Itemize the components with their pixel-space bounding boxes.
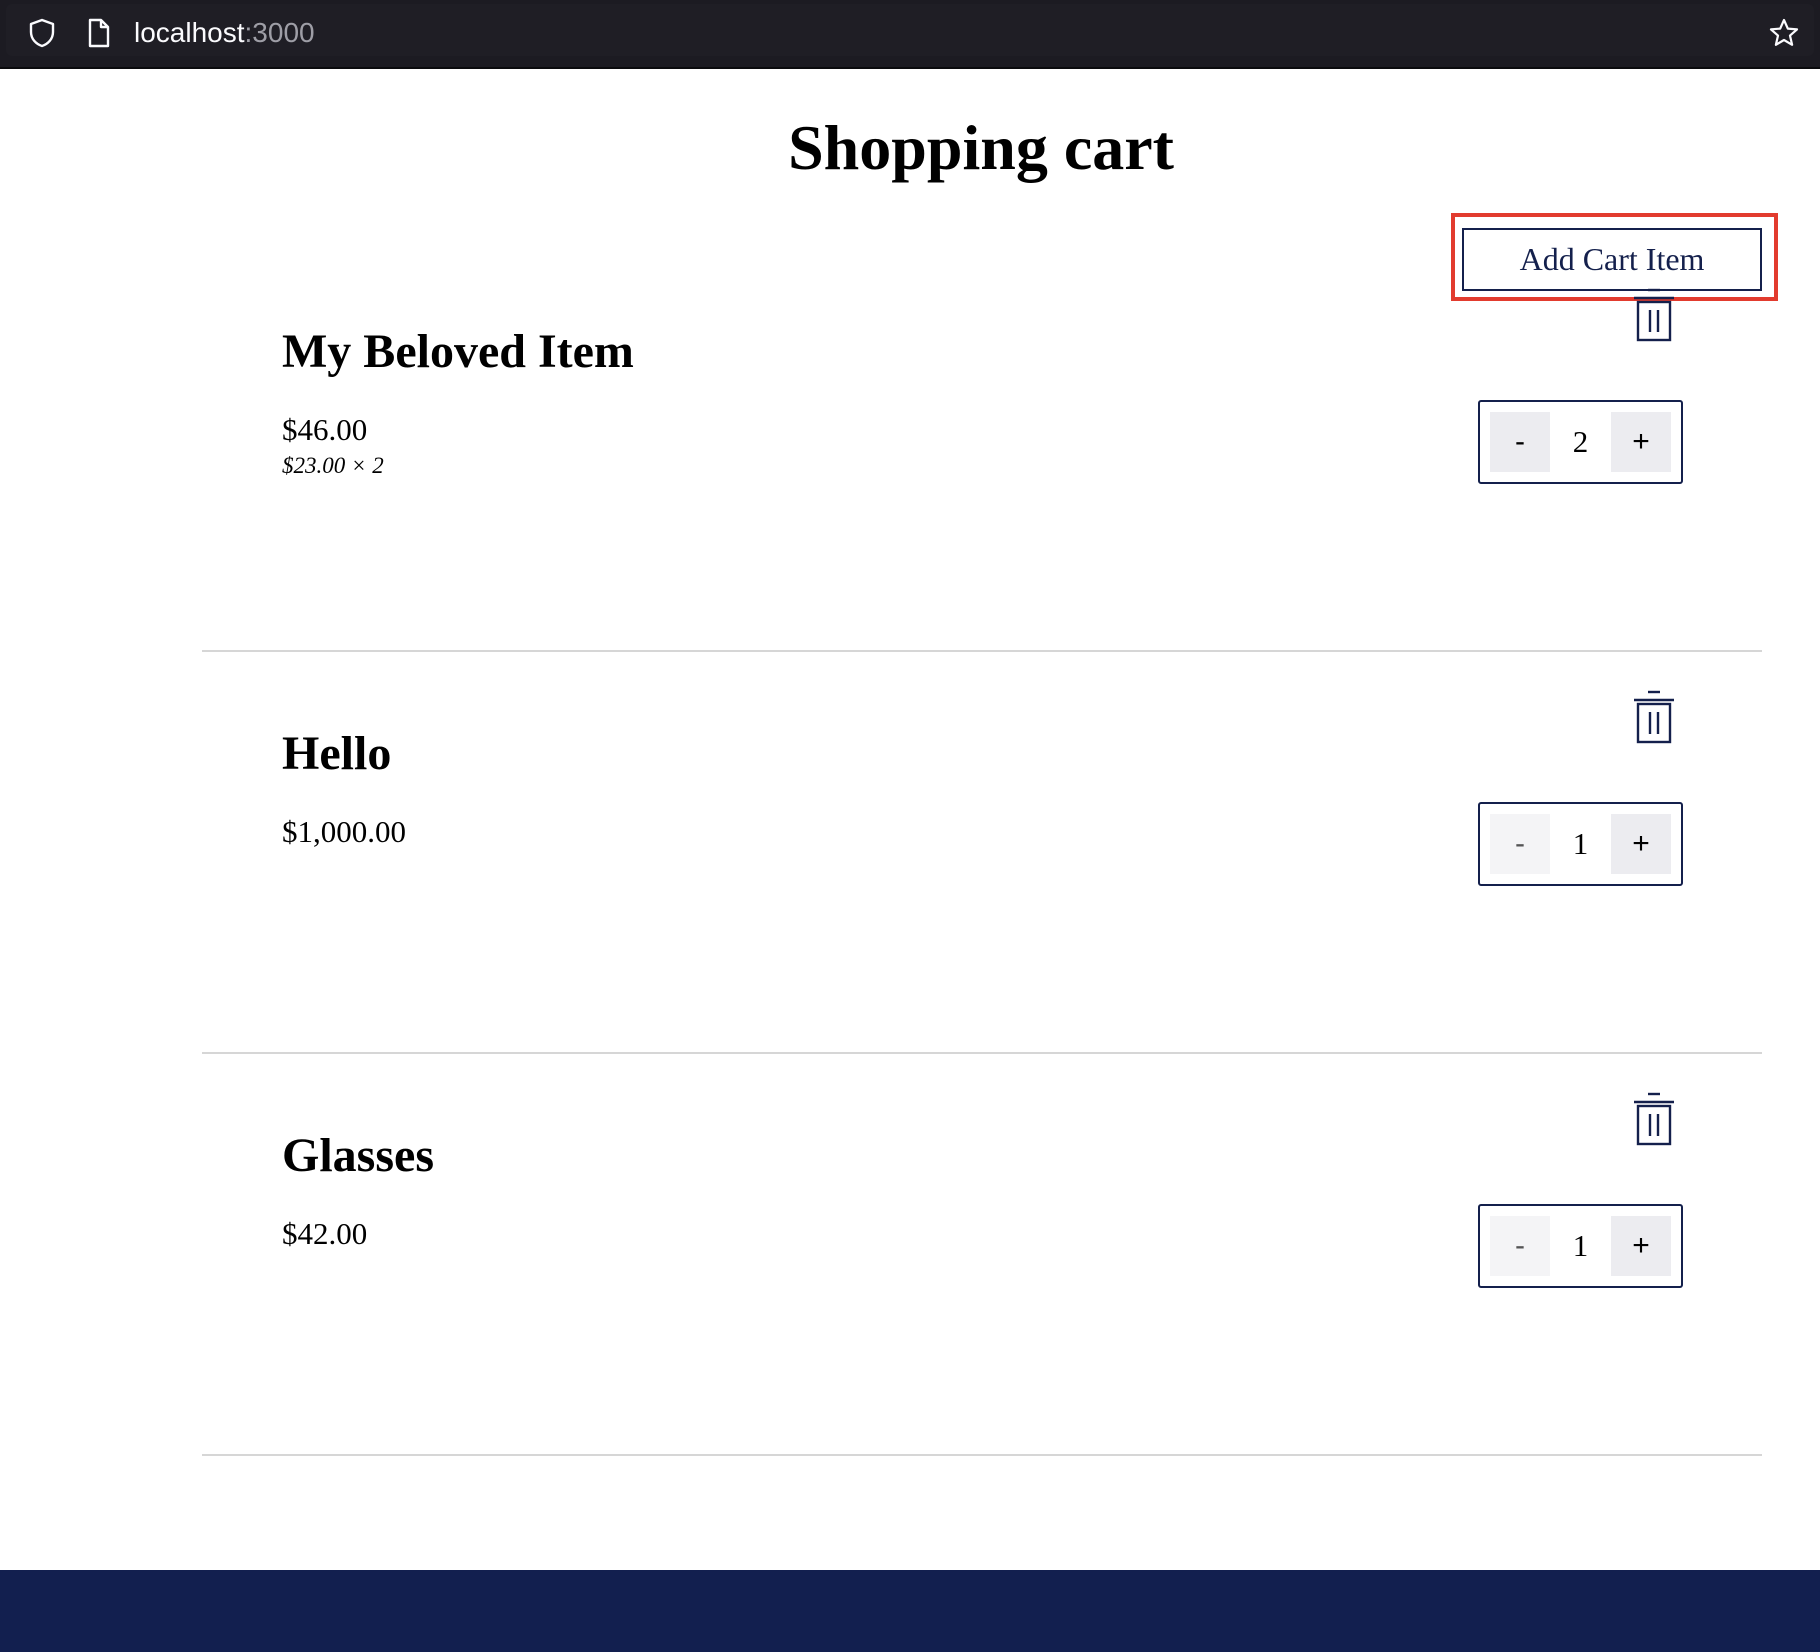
item-name: My Beloved Item <box>282 325 634 378</box>
page-footer <box>0 1570 1820 1652</box>
trash-icon <box>1634 1092 1674 1146</box>
quantity-value: 1 <box>1572 826 1589 861</box>
quantity-stepper: - 1 + <box>1478 802 1683 886</box>
item-price-breakdown: $23.00 × 2 <box>282 453 384 478</box>
url-port: :3000 <box>244 17 315 48</box>
quantity-value: 2 <box>1572 424 1589 459</box>
quantity-stepper: - 2 + <box>1478 400 1683 484</box>
cart-item: My Beloved Item $46.00 $23.00 × 2 - 2 + <box>202 250 1762 652</box>
page-title: Shopping cart <box>788 112 1174 183</box>
item-name: Hello <box>282 727 392 780</box>
increase-quantity-button[interactable]: + <box>1611 1216 1671 1276</box>
item-total-price: $1,000.00 <box>282 814 406 849</box>
cart-item: Hello $1,000.00 - 1 + <box>202 652 1762 1054</box>
delete-item-button[interactable] <box>1626 286 1682 346</box>
decrease-quantity-button[interactable]: - <box>1490 814 1550 874</box>
star-icon[interactable] <box>1768 17 1800 49</box>
increase-quantity-button[interactable]: + <box>1611 412 1671 472</box>
delete-item-button[interactable] <box>1626 1090 1682 1150</box>
url-host: localhost <box>134 17 245 48</box>
increase-quantity-button[interactable]: + <box>1611 814 1671 874</box>
item-total-price: $42.00 <box>282 1216 368 1251</box>
quantity-stepper: - 1 + <box>1478 1204 1683 1288</box>
browser-toolbar: localhost:3000 <box>0 0 1820 69</box>
delete-item-button[interactable] <box>1626 688 1682 748</box>
trash-icon <box>1634 288 1674 342</box>
trash-icon <box>1634 690 1674 744</box>
url-text[interactable]: localhost:3000 <box>134 14 315 52</box>
item-name: Glasses <box>282 1129 435 1182</box>
quantity-value: 1 <box>1572 1228 1589 1263</box>
page-icon <box>88 18 110 48</box>
decrease-quantity-button[interactable]: - <box>1490 1216 1550 1276</box>
item-total-price: $46.00 <box>282 412 368 447</box>
shield-icon[interactable] <box>26 17 58 49</box>
cart-item: Glasses $42.00 - 1 + <box>202 1054 1762 1456</box>
address-bar[interactable]: localhost:3000 <box>6 4 1814 56</box>
decrease-quantity-button[interactable]: - <box>1490 412 1550 472</box>
